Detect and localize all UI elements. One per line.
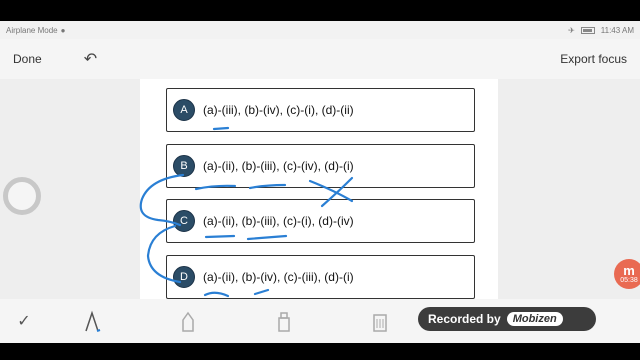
watermark-prefix: Recorded by bbox=[428, 312, 501, 326]
eraser-icon[interactable] bbox=[368, 309, 392, 333]
undo-icon[interactable]: ↶ bbox=[84, 49, 97, 69]
status-time: 11:43 AM bbox=[600, 25, 634, 35]
export-focus-button[interactable]: Export focus bbox=[560, 52, 627, 66]
document-page: A (a)-(iii), (b)-(iv), (c)-(i), (d)-(ii)… bbox=[140, 79, 498, 299]
option-badge-a: A bbox=[173, 99, 195, 121]
option-text-c: (a)-(ii), (b)-(iii), (c)-(i), (d)-(iv) bbox=[203, 214, 354, 228]
marker-glyph bbox=[182, 311, 194, 332]
recorder-badge-letter: m bbox=[623, 263, 635, 278]
option-a[interactable]: A (a)-(iii), (b)-(iv), (c)-(i), (d)-(ii) bbox=[166, 88, 475, 132]
option-text-a: (a)-(iii), (b)-(iv), (c)-(i), (d)-(ii) bbox=[203, 103, 354, 117]
status-left: Airplane Mode ● bbox=[6, 26, 65, 35]
status-bar: Airplane Mode ● ✈ 11:43 AM bbox=[0, 21, 640, 39]
highlighter-icon[interactable] bbox=[272, 309, 296, 333]
top-toolbar: Done ↶ Export focus bbox=[0, 39, 640, 79]
check-icon[interactable]: ✓ bbox=[12, 309, 36, 333]
option-d[interactable]: D (a)-(ii), (b)-(iv), (c)-(iii), (d)-(i) bbox=[166, 255, 475, 299]
pen-icon[interactable] bbox=[80, 309, 104, 333]
highlighter-glyph bbox=[278, 312, 290, 332]
watermark-brand: Mobizen bbox=[506, 312, 563, 326]
notification-icon: ● bbox=[60, 25, 66, 35]
option-b[interactable]: B (a)-(ii), (b)-(iii), (c)-(iv), (d)-(i) bbox=[166, 144, 475, 188]
pen-glyph bbox=[85, 310, 101, 332]
option-badge-b: B bbox=[173, 155, 195, 177]
recorder-badge-time: 05:38 bbox=[620, 277, 638, 284]
eraser-glyph bbox=[373, 314, 387, 332]
airplane-mode-text: Airplane Mode bbox=[6, 25, 58, 35]
option-badge-d: D bbox=[173, 266, 195, 288]
battery-icon bbox=[580, 26, 595, 34]
option-text-b: (a)-(ii), (b)-(iii), (c)-(iv), (d)-(i) bbox=[203, 159, 354, 173]
option-c[interactable]: C (a)-(ii), (b)-(iii), (c)-(i), (d)-(iv) bbox=[166, 199, 475, 243]
drawing-canvas[interactable]: A (a)-(iii), (b)-(iv), (c)-(i), (d)-(ii)… bbox=[0, 79, 640, 299]
status-right: ✈ 11:43 AM bbox=[568, 26, 634, 35]
marker-icon[interactable] bbox=[176, 309, 200, 333]
option-badge-c: C bbox=[173, 210, 195, 232]
pen-toolbar: ✓ Recorded by Mobizen bbox=[0, 299, 640, 343]
airplane-icon: ✈ bbox=[568, 25, 575, 35]
recorder-floating-badge[interactable]: m 05:38 bbox=[614, 259, 640, 289]
option-text-d: (a)-(ii), (b)-(iv), (c)-(iii), (d)-(i) bbox=[203, 270, 354, 284]
recorder-watermark: Recorded by Mobizen bbox=[418, 307, 596, 331]
done-button[interactable]: Done bbox=[13, 52, 42, 66]
floating-ring-button[interactable] bbox=[3, 177, 41, 215]
app-screen: Airplane Mode ● ✈ 11:43 AM Done ↶ Export… bbox=[0, 0, 640, 360]
